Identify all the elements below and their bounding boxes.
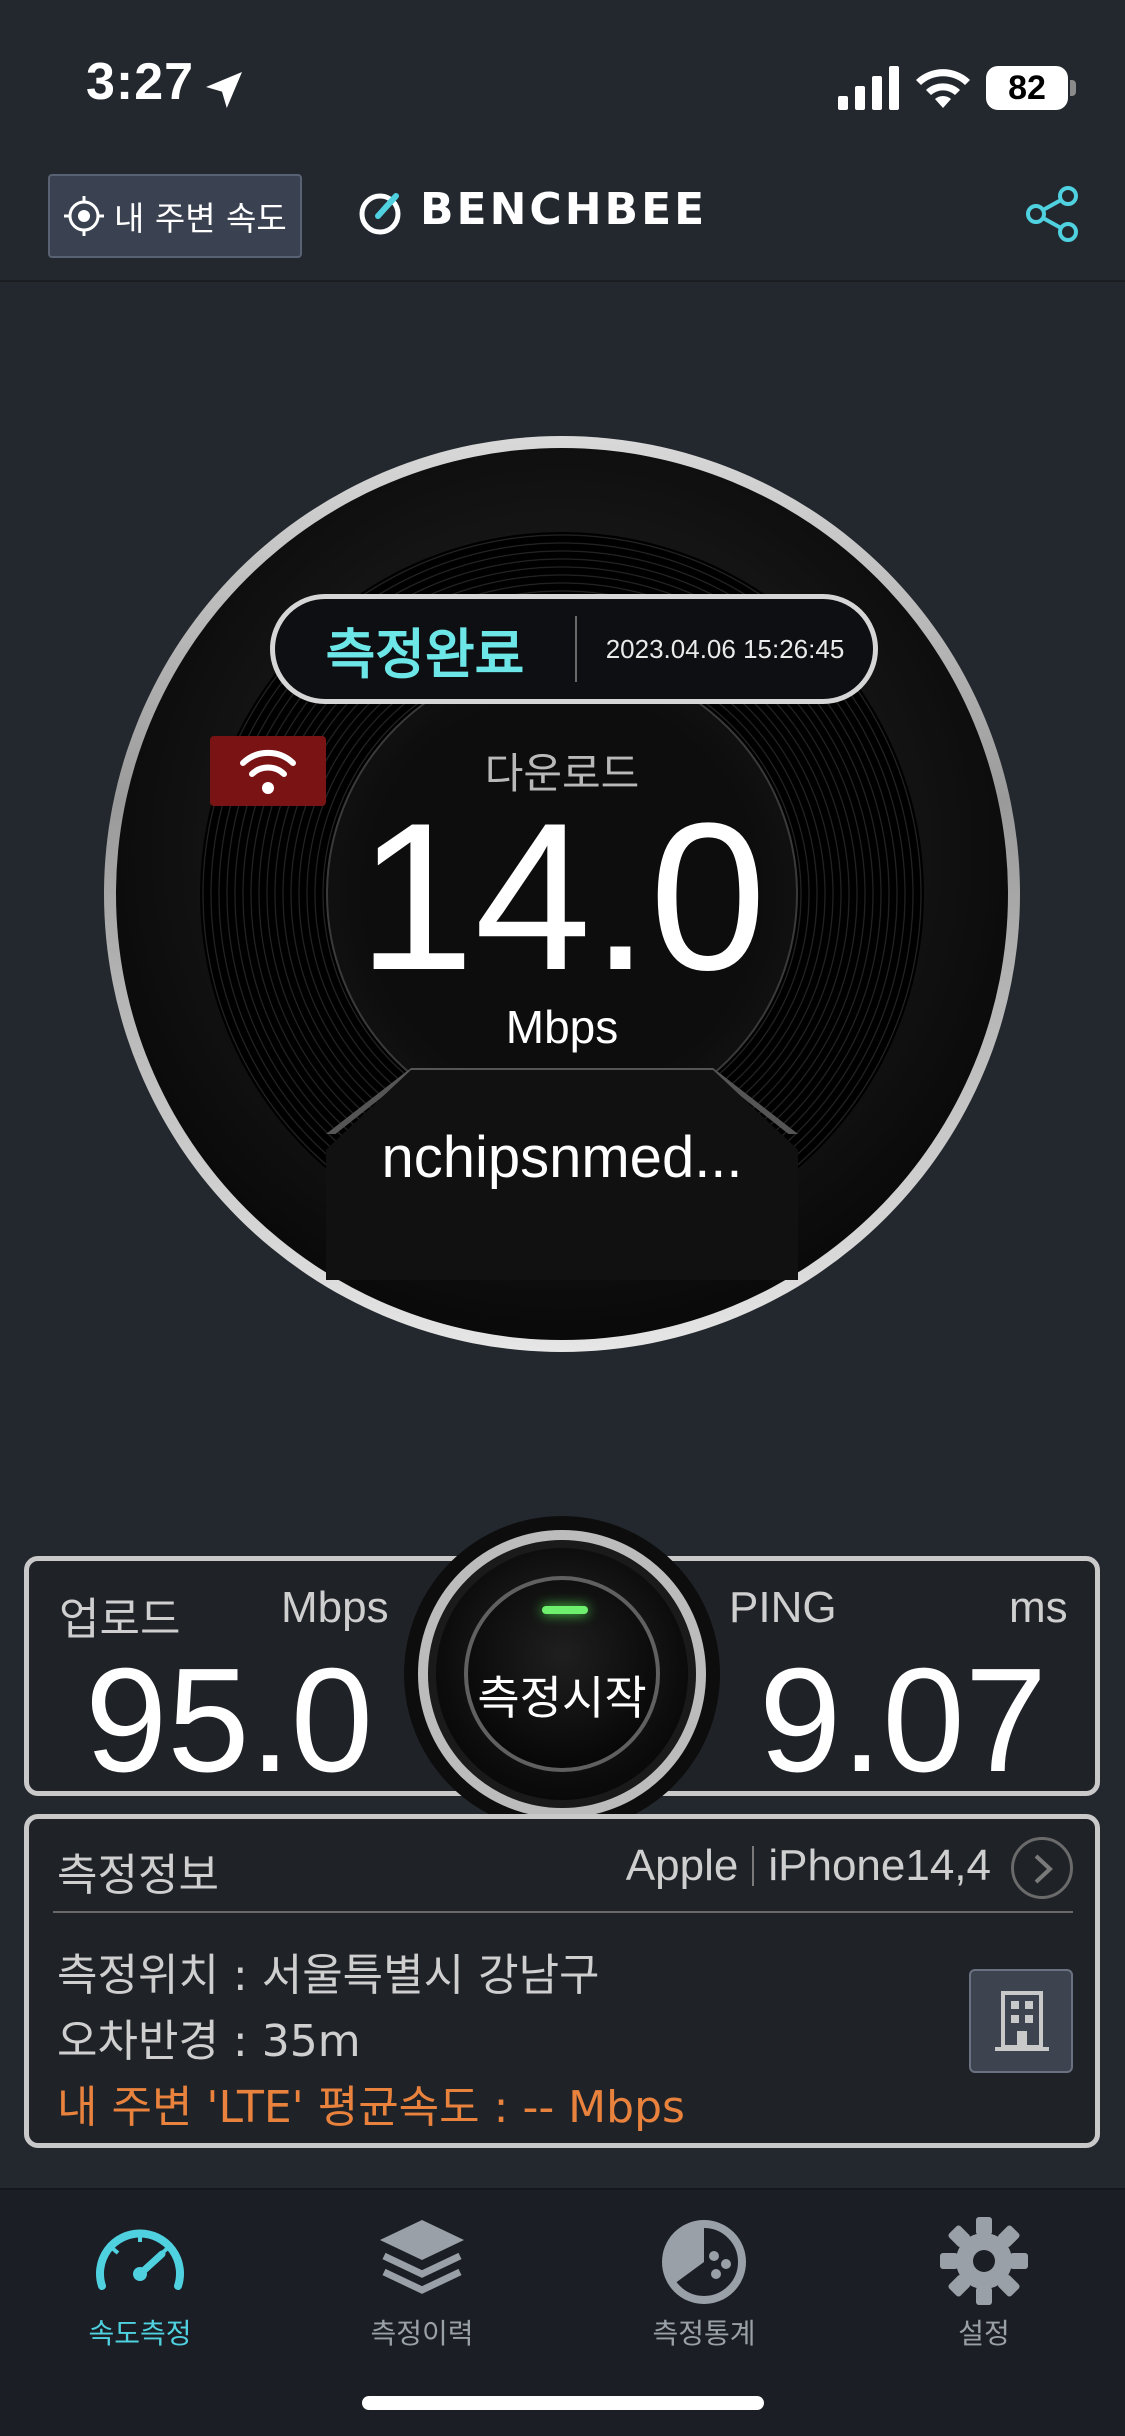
- device-detail-button[interactable]: [1011, 1837, 1073, 1899]
- status-bar: 3:27 82: [0, 0, 1125, 170]
- measurement-status: 측정완료: [325, 622, 525, 686]
- ping-value: 9.07: [759, 1638, 1048, 1803]
- tab-settings[interactable]: 설정: [884, 2208, 1084, 2350]
- measurement-info-panel: 측정정보 Apple iPhone14,4 측정위치 : 서울특별시 강남구 오…: [24, 1814, 1100, 2148]
- device-model: iPhone14,4: [768, 1841, 991, 1890]
- info-title: 측정정보: [57, 1850, 219, 1901]
- tab-label: 설정: [958, 2317, 1010, 2350]
- start-test-button[interactable]: 측정시작: [418, 1530, 706, 1818]
- nearby-average-speed: 내 주변 'LTE' 평균속도 : -- Mbps: [57, 2082, 685, 2133]
- share-icon[interactable]: [1022, 184, 1082, 244]
- device-brand: Apple: [625, 1841, 739, 1890]
- tab-label: 측정이력: [370, 2317, 474, 2350]
- app-header: 내 주변 속도 BENCHBEE: [0, 170, 1125, 282]
- tab-speed-test[interactable]: 속도측정: [40, 2208, 240, 2350]
- gear-icon: [940, 2217, 1028, 2305]
- benchbee-logo-icon: [359, 193, 401, 235]
- measurement-status-pill: 측정완료 2023.04.06 15:26:45: [270, 594, 878, 704]
- tab-label: 측정통계: [652, 2317, 756, 2350]
- start-test-label: 측정시작: [477, 1671, 647, 1725]
- ping-label: PING: [729, 1583, 837, 1632]
- building-button[interactable]: [969, 1969, 1073, 2073]
- tab-statistics[interactable]: 측정통계: [604, 2208, 804, 2350]
- layers-icon: [380, 2220, 464, 2294]
- ping-unit: ms: [1009, 1583, 1068, 1632]
- nearby-speed-label: 내 주변 속도: [114, 199, 287, 238]
- gauge-face: 측정완료 2023.04.06 15:26:45 다운로드 14.0 Mbps …: [116, 448, 1008, 1340]
- location-arrow-icon: [206, 72, 242, 108]
- measurement-location: 측정위치 : 서울특별시 강남구: [57, 1950, 600, 2001]
- device-info: Apple iPhone14,4: [626, 1841, 991, 1891]
- upload-unit: Mbps: [281, 1583, 389, 1632]
- upload-value: 95.0: [85, 1638, 374, 1803]
- tab-label: 속도측정: [88, 2317, 192, 2350]
- status-time: 3:27: [86, 53, 195, 111]
- battery-tip: [1070, 80, 1076, 96]
- target-icon: [64, 196, 104, 236]
- tab-history[interactable]: 측정이력: [322, 2208, 522, 2350]
- error-radius: 오차반경 : 35m: [57, 2016, 361, 2067]
- device-separator: [752, 1846, 755, 1886]
- cellular-signal-icon: [838, 66, 899, 110]
- download-value: 14.0: [357, 779, 767, 1014]
- building-icon: [995, 1991, 1049, 2051]
- stats-icon: [662, 2220, 746, 2304]
- nearby-speed-button[interactable]: 내 주변 속도: [48, 174, 302, 258]
- status-led: [542, 1606, 588, 1614]
- brand-name: BENCHBEE: [420, 184, 708, 235]
- download-unit: Mbps: [505, 1001, 619, 1053]
- speedometer-icon: [96, 2229, 184, 2290]
- home-indicator: [362, 2396, 764, 2410]
- battery-indicator: 82: [986, 66, 1068, 110]
- chevron-right-icon: [1034, 1854, 1053, 1884]
- speed-gauge: 측정완료 2023.04.06 15:26:45 다운로드 14.0 Mbps …: [104, 436, 1020, 1352]
- measurement-datetime: 2023.04.06 15:26:45: [605, 633, 845, 664]
- network-name: nchipsnmed...: [381, 1125, 743, 1190]
- info-divider: [53, 1911, 1073, 1913]
- wifi-status-icon: [916, 69, 970, 108]
